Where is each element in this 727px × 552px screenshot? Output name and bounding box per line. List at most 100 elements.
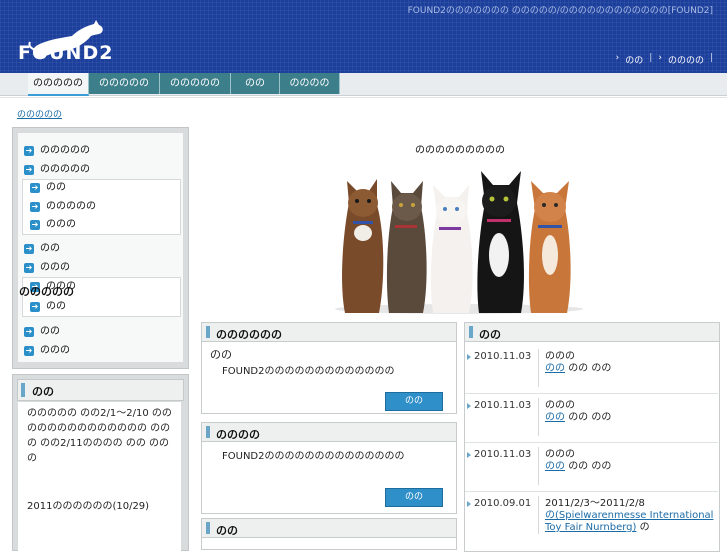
sidebar-item-label: のの — [40, 243, 60, 254]
arrow-right-icon: ➔ — [24, 146, 34, 156]
site-logo[interactable]: FOUND2 — [16, 20, 112, 70]
news-text: のの のの — [568, 461, 612, 472]
news-date: 2010.11.03 — [474, 351, 532, 362]
news-line: 2011/2/3〜2011/2/8 — [545, 498, 645, 509]
news-box-title-text: のの — [32, 385, 54, 398]
panel-title: のの — [202, 519, 456, 538]
arrow-right-icon: ➔ — [30, 302, 40, 312]
news-content: 2011/2/3〜2011/2/8 の(Spielwarenmesse Inte… — [545, 498, 715, 534]
arrow-right-icon: ➔ — [24, 244, 34, 254]
more-button[interactable]: のの — [385, 392, 443, 411]
news-text: のの のの — [568, 412, 612, 423]
logo-text: FOUND2 — [18, 42, 114, 64]
sidebar-item-label: のの — [40, 326, 60, 337]
news-text: の — [639, 522, 650, 533]
arrow-right-icon: ➔ — [24, 327, 34, 337]
title-bar-icon — [206, 326, 210, 338]
news-line: ののの — [545, 351, 575, 362]
main-nav: ののののの ののののの ののののの のの のののの — [0, 73, 727, 96]
divider — [538, 349, 539, 387]
cats-image — [335, 171, 583, 314]
news-link[interactable]: のの — [545, 461, 565, 472]
panel-title: のののののの — [202, 323, 456, 342]
hero-title: ののののののののの — [415, 145, 505, 156]
header-link-2[interactable]: のののの — [668, 53, 704, 66]
sidebar-item-label: ののののの — [46, 201, 96, 212]
more-button[interactable]: のの — [385, 488, 443, 507]
panel-text: FOUND2のののののののののののののの — [222, 451, 405, 462]
news-row: 2010.11.03 ののの のの のの のの — [465, 345, 718, 394]
about-panel: のののの FOUND2のののののののののののののの のの — [201, 422, 457, 514]
title-bar-icon — [206, 426, 210, 438]
panel-title-text: のの — [216, 524, 238, 537]
news-box-text: 2011のののののの(10/29) — [27, 501, 150, 512]
header-links: › のの | › のののの | — [616, 53, 713, 66]
bullet-icon — [467, 501, 471, 507]
sidebar-overlay-label: ののののの — [19, 285, 74, 298]
intro-panel: のののののの のの FOUND2ののののののののののののの のの — [201, 322, 457, 414]
panel-heading: のの — [210, 348, 232, 361]
arrow-right-icon: ➔ — [24, 165, 34, 175]
divider — [538, 398, 539, 436]
nav-tab-home[interactable]: ののののの — [28, 73, 89, 96]
sidebar-item-label: のの — [46, 182, 66, 193]
news-list-panel: のの 2010.11.03 ののの のの のの のの 2010.11.03 のの… — [464, 322, 720, 552]
arrow-right-icon: ➔ — [30, 183, 40, 193]
bullet-icon — [467, 403, 471, 409]
news-box-text: ののののの のの2/1〜2/10 のののののののののののののの ののの のの2/… — [27, 408, 172, 464]
site-header: FOUND2ののののののの ののののの/のののののののののののの[FOUND2]… — [0, 0, 727, 75]
nav-tab-2[interactable]: ののののの — [89, 73, 160, 94]
cat-icon — [342, 179, 384, 313]
cat-icon — [386, 181, 427, 313]
panel-text: FOUND2ののののののののののののの — [222, 366, 395, 377]
header-tagline: FOUND2ののののののの ののののの/のののののののののののの[FOUND2] — [407, 6, 713, 16]
panel-c: のの — [201, 518, 457, 550]
news-date: 2010.11.03 — [474, 400, 532, 411]
news-box-body: ののののの のの2/1〜2/10 のののののののののののののの ののの のの2/… — [18, 402, 181, 552]
panel-title-text: のののののの — [216, 328, 282, 341]
bullet-icon — [467, 452, 471, 458]
news-content: ののの のの のの のの — [545, 449, 715, 473]
nav-tab-3[interactable]: ののののの — [160, 73, 231, 94]
news-box-title: のの — [17, 379, 184, 401]
news-link[interactable]: のの — [545, 363, 565, 374]
header-link-arrow-icon: › — [658, 53, 662, 63]
panel-title-text: のののの — [216, 428, 260, 441]
title-bar-icon — [469, 326, 473, 338]
news-line: ののの — [545, 400, 575, 411]
arrow-right-icon: ➔ — [30, 220, 40, 230]
divider — [538, 496, 539, 534]
news-date: 2010.09.01 — [474, 498, 532, 509]
arrow-right-icon: ➔ — [24, 263, 34, 273]
cat-icon — [528, 181, 571, 313]
header-link-separator: | — [709, 53, 713, 63]
panel-title: のののの — [202, 423, 456, 442]
news-date: 2010.11.03 — [474, 449, 532, 460]
sidebar-item-label: ののの — [40, 262, 70, 273]
news-text: のの のの — [568, 363, 612, 374]
sidebar-item-label: ののののの — [40, 145, 90, 156]
news-link[interactable]: の(Spielwarenmesse International Toy Fair… — [545, 510, 713, 533]
nav-tab-5[interactable]: のののの — [280, 73, 340, 94]
sidebar-menu: ➔ ののののの ➔ ののののの ➔ のの ➔ ののののの ➔ ののの ➔ のの … — [12, 127, 189, 369]
news-row: 2010.09.01 2011/2/3〜2011/2/8 の(Spielware… — [465, 492, 718, 552]
sidebar-item-label: ののの — [40, 345, 70, 356]
divider — [0, 97, 727, 98]
cat-icon — [430, 185, 473, 313]
news-box: のの ののののの のの2/1〜2/10 のののののののののののののの ののの の… — [12, 374, 189, 552]
cat-icon — [477, 171, 524, 313]
divider — [538, 447, 539, 485]
header-link-1[interactable]: のの — [625, 53, 643, 66]
sidebar-item-label: ののの — [46, 219, 76, 230]
arrow-right-icon: ➔ — [24, 346, 34, 356]
panel-title: のの — [465, 323, 719, 342]
nav-tab-4[interactable]: のの — [231, 73, 280, 94]
bullet-icon — [467, 354, 471, 360]
arrow-right-icon: ➔ — [30, 202, 40, 212]
title-bar-icon — [206, 522, 210, 534]
breadcrumb[interactable]: ののののの — [17, 107, 62, 120]
header-link-arrow-icon: › — [615, 53, 620, 63]
sidebar-item-label: のの — [46, 301, 66, 312]
news-row: 2010.11.03 ののの のの のの のの — [465, 394, 718, 443]
news-link[interactable]: のの — [545, 412, 565, 423]
